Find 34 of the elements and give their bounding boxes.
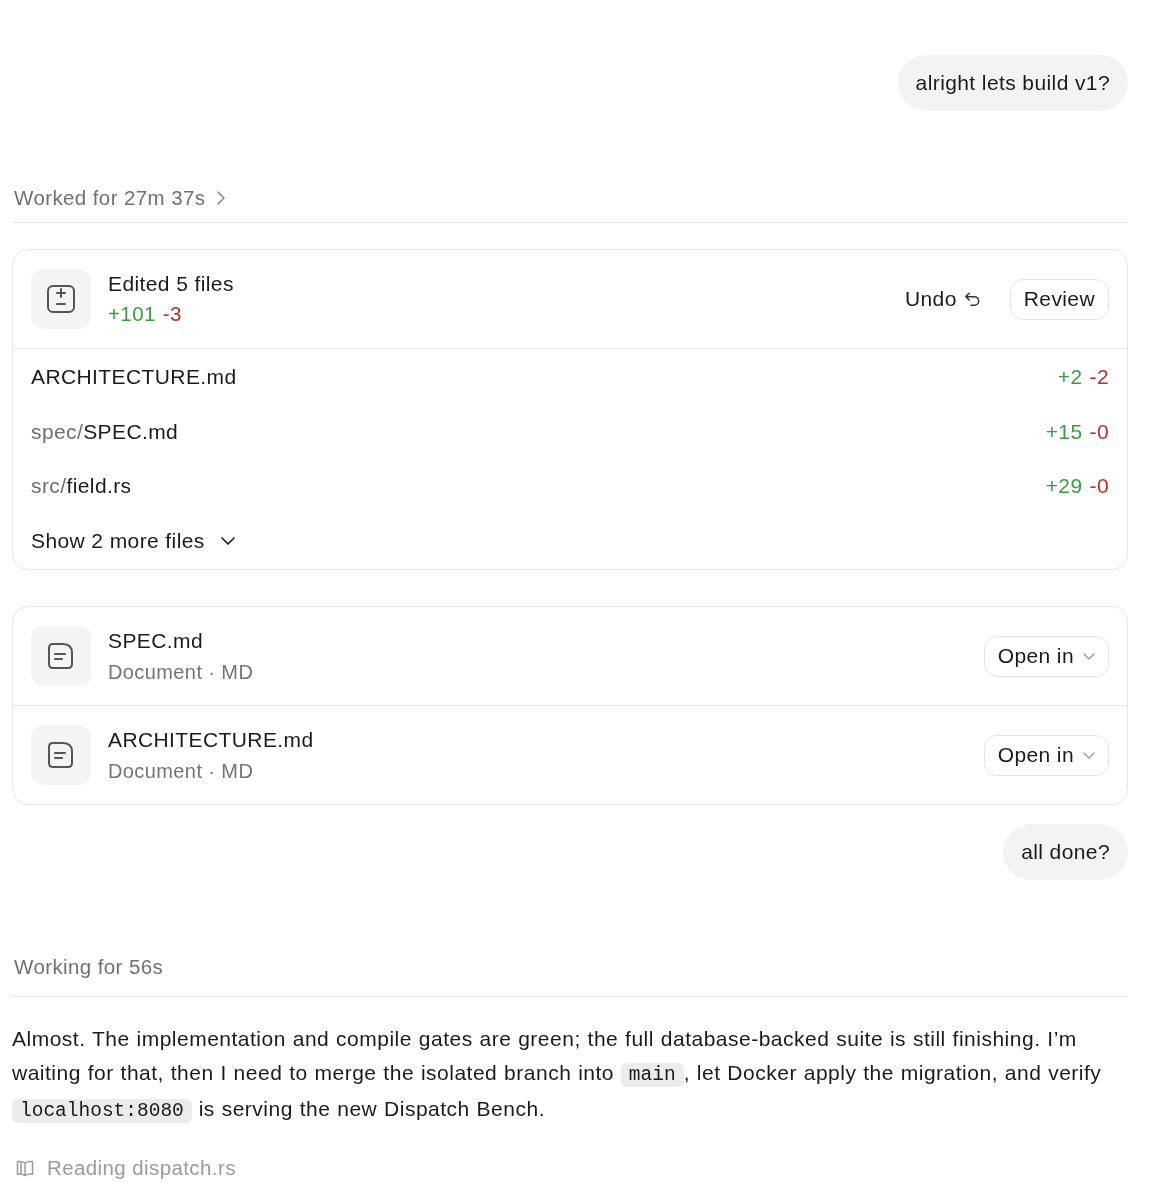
lines-removed: -0 [1089,474,1109,499]
message-bubble: alright lets build v1? [897,55,1128,111]
plus-minus-icon [31,269,91,329]
work-duration-toggle[interactable]: Worked for 27m 37s [14,186,226,210]
undo-button[interactable]: Undo [904,279,982,319]
lines-added: +2 [1057,365,1083,390]
review-button[interactable]: Review [1009,278,1109,320]
chevron-down-icon [1083,652,1095,660]
lines-removed: -0 [1089,419,1109,444]
file-path[interactable]: ARCHITECTURE.md [31,364,237,391]
lines-removed: -2 [1089,365,1109,390]
document-type: Document · MD [108,758,254,784]
open-in-button[interactable]: Open in [983,635,1109,677]
lines-added: +101 [108,301,156,327]
file-path[interactable]: spec/SPEC.md [31,418,179,445]
document-icon [31,626,91,686]
document-name: SPEC.md [108,627,203,654]
edits-title: Edited 5 files [108,271,234,297]
work-duration-toggle[interactable]: Working for 56s [14,955,164,979]
show-more-button[interactable]: Show 2 more files [31,527,235,554]
message-bubble: all done? [1003,824,1128,880]
book-icon [15,1158,35,1178]
chevron-down-icon [220,536,235,545]
lines-removed: -3 [162,301,182,327]
open-in-button[interactable]: Open in [983,734,1109,776]
chevron-down-icon [1083,751,1095,759]
assistant-message: Almost. The implementation and compile gates are green; the full database-backed suite is still finishing. I’m waiting for that, then I need to merge the isolated branch into main , let Docker apply the migration, and verify localhost:8080 is serving the new Dispatch Bench. [12,1026,1103,1125]
file-path[interactable]: src/field.rs [31,473,132,500]
lines-added: +15 [1045,419,1083,444]
document-icon [31,725,91,785]
document-type: Document · MD [108,659,254,685]
activity-status: Reading dispatch.rs [47,1156,236,1180]
lines-added: +29 [1045,474,1083,499]
document-name: ARCHITECTURE.md [108,726,314,753]
